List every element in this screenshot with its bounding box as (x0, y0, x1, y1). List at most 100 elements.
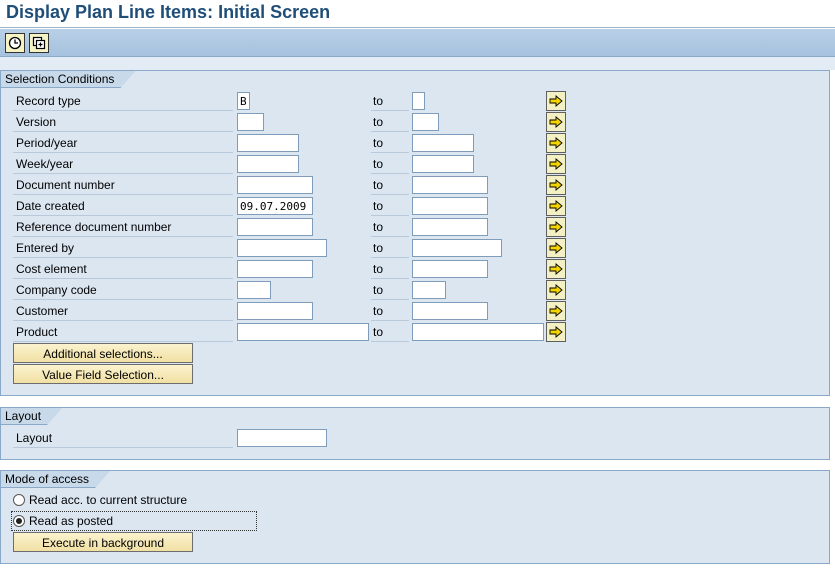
document-number-to-input[interactable] (412, 176, 488, 194)
selection-options-button[interactable] (29, 33, 49, 53)
multiple-selection-button[interactable] (546, 112, 566, 132)
radio-read-as-posted[interactable]: Read as posted (13, 511, 113, 531)
arrow-right-icon (549, 221, 563, 233)
customer-from-input[interactable] (237, 302, 313, 320)
week-year-to-input[interactable] (412, 155, 474, 173)
reference-document-from-input[interactable] (237, 218, 313, 236)
period-year-label: Period/year (13, 133, 233, 153)
row-entered-by: Entered by to (13, 238, 566, 258)
radio-posted-label: Read as posted (29, 514, 114, 528)
multiple-selection-button[interactable] (546, 133, 566, 153)
to-label: to (371, 259, 409, 279)
cost-element-label: Cost element (13, 259, 233, 279)
arrow-right-icon (549, 305, 563, 317)
multiple-selection-button[interactable] (546, 91, 566, 111)
execute-in-background-button[interactable]: Execute in background (13, 532, 193, 552)
multiple-selection-button[interactable] (546, 217, 566, 237)
arrow-right-icon (549, 137, 563, 149)
reference-document-number-label: Reference document number (13, 217, 233, 237)
customer-to-input[interactable] (412, 302, 488, 320)
multiple-selection-button[interactable] (546, 196, 566, 216)
execute-button[interactable] (5, 33, 25, 53)
document-number-label: Document number (13, 175, 233, 195)
row-product: Product to (13, 322, 566, 342)
selection-options-icon (32, 36, 46, 50)
record-type-to-input[interactable] (412, 92, 425, 110)
layout-input[interactable] (237, 429, 327, 447)
week-year-label: Week/year (13, 154, 233, 174)
company-code-label: Company code (13, 280, 233, 300)
row-record-type: Record type B to (13, 91, 566, 111)
radio-selected-icon (13, 515, 25, 527)
product-to-input[interactable] (412, 323, 544, 341)
to-label: to (371, 238, 409, 258)
row-period-year: Period/year to (13, 133, 566, 153)
multiple-selection-button[interactable] (546, 322, 566, 342)
mode-of-access-frame: Mode of access Read acc. to current stru… (0, 470, 830, 564)
to-label: to (371, 280, 409, 300)
radio-current-label: Read acc. to current structure (29, 493, 188, 507)
row-week-year: Week/year to (13, 154, 566, 174)
arrow-right-icon (549, 95, 563, 107)
arrow-right-icon (549, 284, 563, 296)
row-date-created: Date created 09.07.2009 to (13, 196, 566, 216)
period-year-to-input[interactable] (412, 134, 474, 152)
to-label: to (371, 133, 409, 153)
multiple-selection-button[interactable] (546, 238, 566, 258)
date-created-label: Date created (13, 196, 233, 216)
row-document-number: Document number to (13, 175, 566, 195)
row-reference-document-number: Reference document number to (13, 217, 566, 237)
mode-of-access-tab: Mode of access (0, 470, 111, 488)
execute-clock-icon (8, 36, 22, 50)
company-code-to-input[interactable] (412, 281, 446, 299)
product-label: Product (13, 322, 233, 342)
to-label: to (371, 196, 409, 216)
to-label: to (371, 301, 409, 321)
arrow-right-icon (549, 158, 563, 170)
application-toolbar (0, 29, 835, 57)
row-customer: Customer to (13, 301, 566, 321)
toolbar-separator (0, 57, 835, 70)
record-type-from-input[interactable]: B (237, 92, 250, 110)
arrow-right-icon (549, 200, 563, 212)
document-number-from-input[interactable] (237, 176, 313, 194)
value-field-selection-button[interactable]: Value Field Selection... (13, 364, 193, 384)
customer-label: Customer (13, 301, 233, 321)
radio-read-current-structure[interactable]: Read acc. to current structure (13, 490, 187, 510)
version-to-input[interactable] (412, 113, 439, 131)
reference-document-to-input[interactable] (412, 218, 488, 236)
entered-by-from-input[interactable] (237, 239, 327, 257)
company-code-from-input[interactable] (237, 281, 271, 299)
row-layout: Layout (13, 428, 566, 448)
entered-by-to-input[interactable] (412, 239, 502, 257)
selection-conditions-frame: Selection Conditions Record type B to Ve… (0, 70, 830, 396)
additional-selections-button[interactable]: Additional selections... (13, 343, 193, 363)
cost-element-to-input[interactable] (412, 260, 488, 278)
to-label: to (371, 217, 409, 237)
arrow-right-icon (549, 326, 563, 338)
date-created-to-input[interactable] (412, 197, 488, 215)
multiple-selection-button[interactable] (546, 154, 566, 174)
version-from-input[interactable] (237, 113, 264, 131)
layout-frame: Layout Layout (0, 407, 830, 460)
week-year-from-input[interactable] (237, 155, 299, 173)
to-label: to (371, 91, 409, 111)
multiple-selection-button[interactable] (546, 175, 566, 195)
to-label: to (371, 322, 409, 342)
row-cost-element: Cost element to (13, 259, 566, 279)
product-from-input[interactable] (237, 323, 369, 341)
arrow-right-icon (549, 179, 563, 191)
multiple-selection-button[interactable] (546, 280, 566, 300)
title-bar: Display Plan Line Items: Initial Screen (0, 0, 835, 28)
layout-tab: Layout (0, 407, 63, 425)
period-year-from-input[interactable] (237, 134, 299, 152)
arrow-right-icon (549, 116, 563, 128)
multiple-selection-button[interactable] (546, 301, 566, 321)
cost-element-from-input[interactable] (237, 260, 313, 278)
layout-field-label: Layout (13, 428, 233, 448)
date-created-from-input[interactable]: 09.07.2009 (237, 197, 313, 215)
page-title: Display Plan Line Items: Initial Screen (6, 2, 331, 22)
selection-conditions-tab: Selection Conditions (0, 70, 136, 88)
row-version: Version to (13, 112, 566, 132)
multiple-selection-button[interactable] (546, 259, 566, 279)
